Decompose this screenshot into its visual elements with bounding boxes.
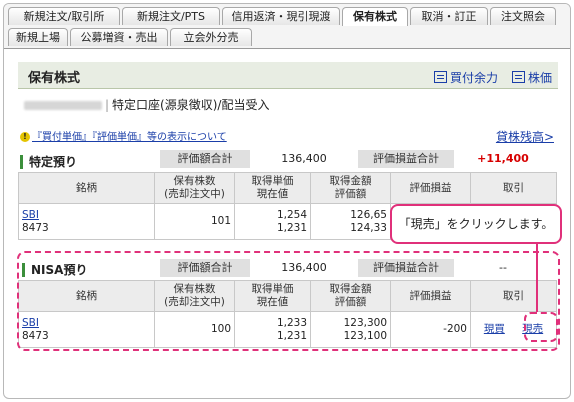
nisa-valuation-total: 136,400 <box>281 261 327 274</box>
col-amount: 取得金額 評価額 <box>310 172 391 204</box>
tab-new-order-exchange[interactable]: 新規注文/取引所 <box>8 7 120 25</box>
tab-off-floor-distribution[interactable]: 立会外分売 <box>170 28 252 46</box>
tokutei-pl-total: +11,400 <box>477 152 529 165</box>
buying-power-link[interactable]: 買付余力 <box>434 69 498 86</box>
col-qty: 保有株数 (売却注文中) <box>154 280 235 312</box>
valuation: 123,100 <box>343 329 387 342</box>
col-name: 銘柄 <box>18 280 155 312</box>
tokutei-label: 特定預り <box>20 155 77 169</box>
buy-spot-button[interactable]: 現買 <box>484 323 505 335</box>
sell-spot-button[interactable]: 現売 <box>522 323 543 335</box>
stock-name-link[interactable]: SBI <box>22 317 39 329</box>
display-note-label: 『買付単価』『評価単価』等の表示について <box>32 132 227 143</box>
holding-qty: 100 <box>154 311 235 348</box>
stock-code: 8473 <box>22 221 49 234</box>
nisa-pl-label: 評価損益合計 <box>358 259 454 277</box>
cost-unit-price: 1,233 <box>276 316 307 329</box>
tab-public-offering[interactable]: 公募増資・売出 <box>70 28 168 46</box>
stock-price-label: 株価 <box>528 71 553 85</box>
tab-cancel-correct[interactable]: 取消・訂正 <box>410 7 488 25</box>
trade-cell: 現買 現売 <box>470 311 557 348</box>
stock-code: 8473 <box>22 329 49 342</box>
col-price: 取得単価 現在値 <box>234 280 311 312</box>
holding-qty: 101 <box>154 203 235 240</box>
account-info: | 特定口座(源泉徴収)/配当受入 <box>24 96 269 113</box>
cost-total: 126,65 <box>350 208 387 221</box>
tokutei-valuation-label: 評価額合計 <box>160 150 250 168</box>
col-pl: 評価損益 <box>390 172 471 204</box>
col-amount: 取得金額 評価額 <box>310 280 391 312</box>
buying-power-label: 買付余力 <box>450 71 499 85</box>
account-type: 特定口座(源泉徴収)/配当受入 <box>112 98 270 112</box>
col-trade: 取引 <box>470 172 557 204</box>
stock-price-link[interactable]: 株価 <box>512 69 552 86</box>
nisa-label: NISA預り <box>22 263 87 277</box>
instruction-callout: 「現売」をクリックします。 <box>390 204 562 244</box>
page-frame: 新規注文/取引所 新規注文/PTS 信用返済・現引現渡 保有株式 取消・訂正 注… <box>3 3 571 399</box>
list-icon <box>434 71 447 83</box>
tab-order-inquiry[interactable]: 注文照会 <box>490 7 556 25</box>
tab-holdings[interactable]: 保有株式 <box>342 7 408 26</box>
tokutei-pl-label: 評価損益合計 <box>358 150 454 168</box>
tab-bar: 新規注文/取引所 新規注文/PTS 信用返済・現引現渡 保有株式 取消・訂正 注… <box>4 4 570 49</box>
table-row: SBI 8473 100 1,233 1,231 123,300 123,100 -2… <box>18 311 557 348</box>
col-qty: 保有株数 (売却注文中) <box>154 172 235 204</box>
info-icon: ! <box>20 132 30 142</box>
display-note-link[interactable]: ! 『買付単価』『評価単価』等の表示について <box>20 128 227 143</box>
col-price: 取得単価 現在値 <box>234 172 311 204</box>
col-name: 銘柄 <box>18 172 155 204</box>
current-price: 1,231 <box>276 221 307 234</box>
col-trade: 取引 <box>470 280 557 312</box>
page-title: 保有株式 <box>28 71 81 86</box>
tab-margin-repay[interactable]: 信用返済・現引現渡 <box>222 7 340 25</box>
col-pl: 評価損益 <box>390 280 471 312</box>
account-number-redacted <box>24 101 102 110</box>
valuation: 124,33 <box>350 221 387 234</box>
cost-unit-price: 1,254 <box>276 208 307 221</box>
current-price: 1,231 <box>276 329 307 342</box>
pl-value: -200 <box>390 311 471 348</box>
tab-new-order-pts[interactable]: 新規注文/PTS <box>122 7 220 25</box>
cost-total: 123,300 <box>343 316 387 329</box>
section-header: 保有株式 買付余力 株価 <box>18 62 558 89</box>
nisa-pl-total: -- <box>499 261 507 274</box>
nisa-table: 銘柄 保有株数 (売却注文中) 取得単価 現在値 取得金額 評価額 評価損益 取… <box>18 280 557 348</box>
lending-balance-link[interactable]: 貸株残高> <box>496 128 554 145</box>
tab-new-listing[interactable]: 新規上場 <box>8 28 68 46</box>
tokutei-valuation-total: 136,400 <box>281 152 327 165</box>
list-icon <box>512 71 525 83</box>
stock-name-link[interactable]: SBI <box>22 209 39 221</box>
nisa-valuation-label: 評価額合計 <box>160 259 250 277</box>
